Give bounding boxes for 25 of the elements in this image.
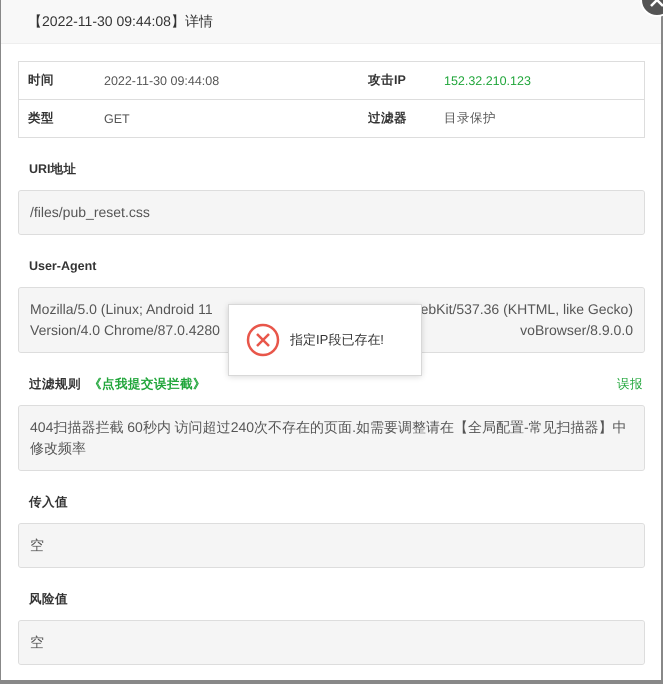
table-cell: 152.32.210.123 [444, 74, 531, 88]
text-fragment: Version/4.0 Chrome/87.0.4280 [30, 321, 220, 340]
section-label: User-Agent [29, 259, 96, 273]
table-cell-text: 2022-11-30 09:44:08 [104, 74, 220, 88]
value-box: 404扫描器拦截 60秒内 访问超过240次不存在的页面.如需要调整请在【全局配置-常见扫描器】中修改频率 [18, 405, 645, 471]
value-box: /files/pub_reset.css [18, 190, 645, 235]
text-fragment: Mozilla/5.0 (Linux; Android 11 [30, 300, 213, 319]
table-cell-text: 攻击IP [366, 72, 407, 89]
toast-text: 指定IP段已存在! [290, 331, 384, 349]
table-cell-text: 过滤器 [367, 110, 408, 127]
section-label: 过滤规则 [29, 376, 81, 392]
report-link[interactable]: 误报 [617, 376, 643, 392]
table-cell-text: 类型 [27, 110, 55, 127]
section-label: URI地址 [29, 160, 77, 178]
submit-link[interactable]: 《点我提交误拦截》 [89, 376, 206, 392]
table-cell-text: GET [104, 112, 131, 126]
value-box: 空 [18, 523, 645, 568]
text-fragment: voBrowser/8.9.0.0 [520, 321, 633, 340]
table-cell-text: 时间 [27, 72, 55, 89]
value-box: 空 [18, 620, 645, 665]
dialog-title: 【2022-11-30 09:44:08】详情 [28, 12, 213, 30]
section-label: 传入值 [29, 494, 68, 510]
section-label: 风险值 [29, 590, 68, 608]
table-cell: 目录保护 [444, 110, 496, 127]
text-fragment: ebKit/537.36 (KHTML, like Gecko) [420, 300, 633, 319]
